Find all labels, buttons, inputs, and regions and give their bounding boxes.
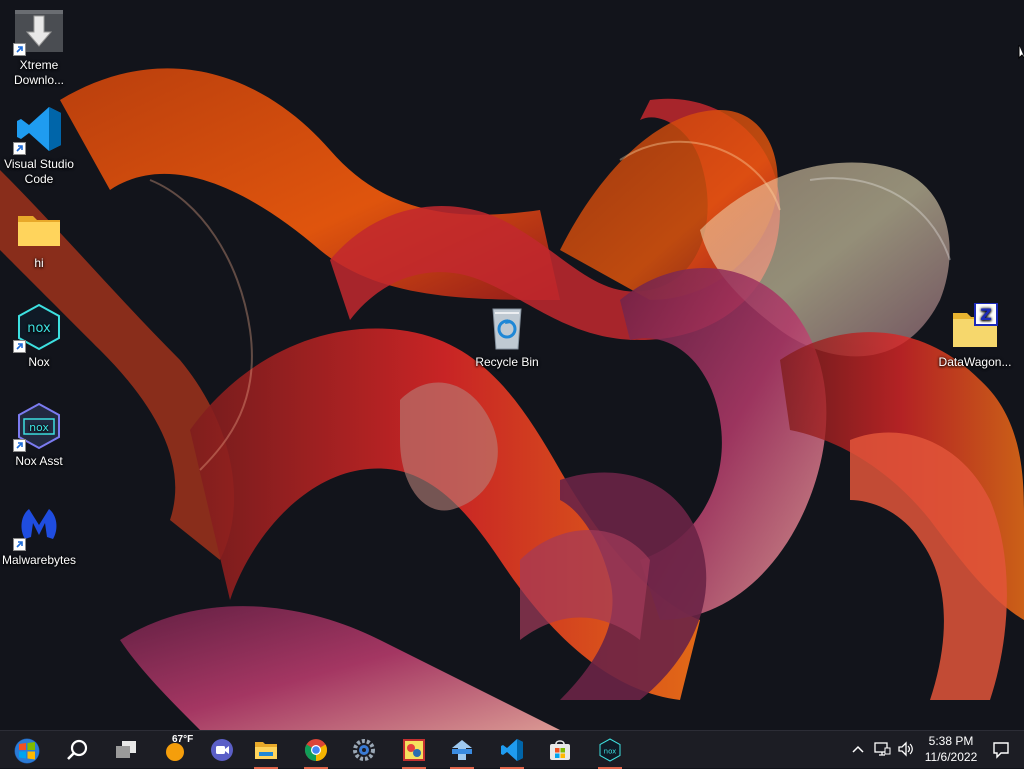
game-app-icon — [403, 739, 425, 761]
desktop-icon-nox[interactable]: nox Nox — [0, 297, 78, 370]
shortcut-arrow-icon — [13, 43, 26, 56]
store-button[interactable] — [540, 731, 580, 769]
volume-button[interactable] — [896, 731, 916, 769]
nox-taskbar-button[interactable]: nox — [590, 731, 630, 769]
vscode-taskbar-button[interactable] — [492, 731, 532, 769]
store-icon — [550, 740, 570, 760]
start-button[interactable] — [6, 731, 46, 769]
desktop-icon-datawagon[interactable]: Z DataWagon... — [936, 297, 1014, 370]
vscode-icon — [501, 739, 523, 761]
chat-button[interactable] — [202, 731, 242, 769]
chrome-button[interactable] — [296, 731, 336, 769]
vpn-app-icon — [452, 740, 472, 760]
desktop-icon-label: Malwarebytes — [2, 553, 77, 567]
show-hidden-icons-icon — [852, 745, 864, 753]
task-view-icon — [116, 741, 136, 758]
svg-text:nox: nox — [604, 748, 617, 756]
folder-icon — [15, 204, 63, 252]
weather-widget-button[interactable]: 67°F — [156, 731, 196, 769]
chrome-icon — [305, 739, 327, 761]
taskbar: 67°F nox 5:38 PM 11/6/2022 — [0, 730, 1024, 769]
settings-icon — [353, 739, 375, 761]
svg-text:Z: Z — [980, 305, 992, 324]
nox-icon: nox — [599, 738, 621, 762]
desktop-icon-malwarebytes[interactable]: Malwarebytes — [0, 495, 78, 568]
desktop-icon-visual-studio-code[interactable]: Visual Studio Code — [0, 99, 78, 187]
search-button[interactable] — [58, 731, 98, 769]
task-view-button[interactable] — [106, 731, 146, 769]
zip-folder-icon: Z — [951, 302, 999, 351]
notification-button[interactable] — [990, 731, 1012, 769]
notification-icon — [993, 742, 1009, 759]
desktop-icon-label: Recycle Bin — [475, 355, 539, 369]
desktop-icon-label: Nox Asst — [15, 454, 63, 468]
desktop-icon-xtreme-download[interactable]: Xtreme Downlo... — [0, 0, 78, 88]
clock-time: 5:38 PM — [928, 734, 974, 748]
vpn-app-button[interactable] — [442, 731, 482, 769]
desktop-icon-label: Visual Studio Code — [4, 157, 74, 186]
network-button[interactable] — [872, 731, 892, 769]
start-icon — [14, 738, 40, 764]
nox-icon: nox — [13, 303, 63, 353]
recycle-bin-icon — [483, 303, 531, 351]
clock-date: 11/6/2022 — [924, 750, 978, 764]
clock-button[interactable]: 5:38 PM 11/6/2022 — [918, 733, 984, 765]
shortcut-arrow-icon — [13, 142, 26, 155]
file-explorer-icon — [255, 742, 277, 759]
shortcut-arrow-icon — [13, 538, 26, 551]
shortcut-arrow-icon — [13, 439, 26, 452]
desktop-icon-nox-asst[interactable]: nox Nox Asst — [0, 396, 78, 469]
file-explorer-button[interactable] — [246, 731, 286, 769]
show-hidden-icons-button[interactable] — [848, 731, 868, 769]
settings-button[interactable] — [344, 731, 384, 769]
desktop-icon-recycle-bin[interactable]: Recycle Bin — [468, 297, 546, 370]
desktop-icon-label: Nox — [28, 355, 50, 369]
nox-assistant-icon: nox — [13, 402, 63, 452]
mouse-cursor-icon — [1018, 45, 1024, 60]
weather-temperature: 67°F — [172, 734, 194, 745]
game-app-button[interactable] — [394, 731, 434, 769]
chat-icon — [211, 739, 233, 761]
volume-icon — [898, 741, 913, 757]
shortcut-arrow-icon — [13, 340, 26, 353]
desktop-icon-label: DataWagon... — [938, 355, 1012, 369]
vscode-icon — [13, 105, 63, 155]
desktop-icon-label: hi — [34, 256, 44, 270]
xtreme-download-icon — [13, 6, 63, 56]
network-icon — [874, 742, 891, 756]
search-icon — [67, 739, 88, 760]
svg-text:nox: nox — [27, 321, 51, 336]
malwarebytes-icon — [13, 501, 63, 551]
svg-text:nox: nox — [29, 421, 49, 434]
desktop-icon-label: Xtreme Downlo... — [13, 58, 65, 87]
desktop-icon-hi-folder[interactable]: hi — [0, 198, 78, 271]
